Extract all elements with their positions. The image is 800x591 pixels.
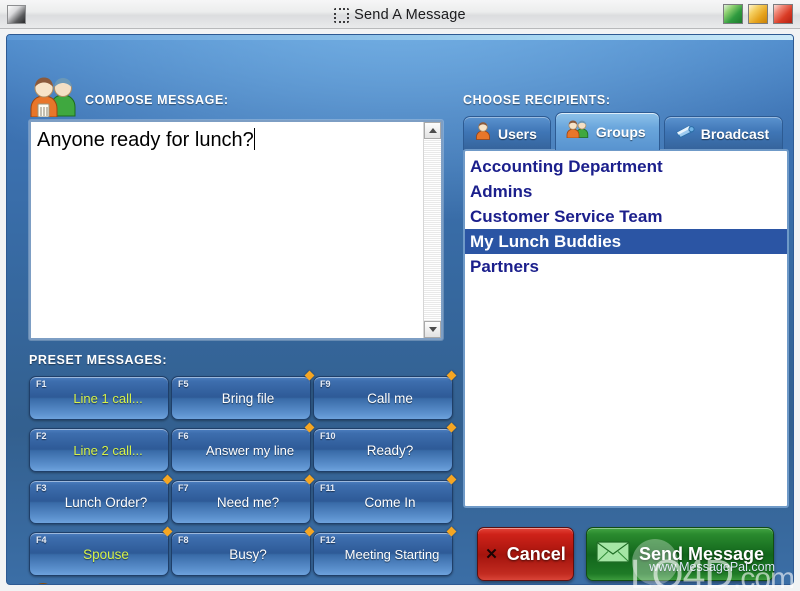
preset-marker-icon [446, 370, 457, 381]
minimize-button[interactable] [723, 4, 743, 24]
arrow-up-icon [428, 128, 437, 133]
preset-button-f3[interactable]: F3 Lunch Order? [29, 474, 173, 524]
preset-fkey-label: F10 [320, 431, 336, 441]
title-bar: Send A Message [0, 0, 800, 29]
arrow-down-icon [428, 327, 437, 332]
tab-broadcast-label: Broadcast [700, 125, 770, 142]
single-user-icon [474, 122, 492, 145]
envelope-icon [596, 540, 630, 569]
window-controls [723, 4, 793, 24]
preset-fkey-label: F2 [36, 431, 47, 441]
preset-marker-icon [446, 526, 457, 537]
preset-button-label: Meeting Starting [344, 546, 440, 562]
compose-message-box[interactable]: Anyone ready for lunch? [29, 120, 443, 340]
main-panel: COMPOSE MESSAGE: Anyone ready for lunch?… [6, 34, 794, 585]
compose-message-input[interactable]: Anyone ready for lunch? [31, 122, 423, 338]
title-bar-center: Send A Message [0, 0, 800, 29]
list-item[interactable]: Customer Service Team [465, 204, 787, 229]
maximize-button[interactable] [748, 4, 768, 24]
panel-top-accent [7, 35, 793, 40]
compose-message-text: Anyone ready for lunch? [37, 129, 254, 151]
tab-groups[interactable]: Groups [554, 112, 660, 150]
text-caret [253, 128, 255, 150]
preset-messages-heading: PRESET MESSAGES: [29, 353, 168, 367]
preset-button-label: Line 2 call... [73, 442, 143, 458]
megaphone-icon [675, 123, 695, 144]
close-button[interactable] [773, 4, 793, 24]
preset-fkey-label: F1 [36, 379, 47, 389]
preset-marker-icon [446, 474, 457, 485]
cancel-button-label: Cancel [506, 543, 566, 564]
list-item[interactable]: My Lunch Buddies [465, 229, 787, 254]
preset-button-f7[interactable]: F7 Need me? [171, 474, 315, 524]
recipients-tabs: Users Groups Broadcast [463, 112, 784, 150]
preset-button-f2[interactable]: F2 Line 2 call... [29, 428, 169, 472]
preset-fkey-label: F5 [178, 379, 189, 389]
preset-fkey-label: F12 [320, 535, 336, 545]
application-window: Send A Message COMPOSE MESSAGE: Anyone r… [0, 0, 800, 591]
preset-fkey-label: F3 [36, 483, 47, 493]
preset-button-label: Need me? [216, 494, 280, 510]
preset-button-label: Lunch Order? [64, 494, 148, 510]
tab-broadcast[interactable]: Broadcast [663, 116, 784, 150]
preset-fkey-label: F9 [320, 379, 331, 389]
preset-button-f10[interactable]: F10 Ready? [313, 422, 457, 472]
group-users-icon [566, 120, 590, 143]
compose-people-icon [23, 77, 85, 118]
preset-button-label: Spouse [83, 546, 129, 562]
preset-button-f5[interactable]: F5 Bring file [171, 370, 315, 420]
preset-button-f4[interactable]: F4 Spouse [29, 526, 173, 576]
preset-button-label: Call me [367, 390, 413, 406]
preset-button-f1[interactable]: F1 Line 1 call... [29, 376, 169, 420]
preset-button-label: Line 1 call... [73, 390, 143, 406]
gear-icon [31, 583, 55, 584]
preset-fkey-label: F6 [178, 431, 189, 441]
send-message-icon [334, 8, 350, 23]
footer-url: www.MessagePal.com [649, 560, 775, 574]
preset-button-label: Answer my line [205, 442, 295, 458]
preset-fkey-label: F4 [36, 535, 47, 545]
preset-button-f6[interactable]: F6 Answer my line [171, 422, 315, 472]
window-body: COMPOSE MESSAGE: Anyone ready for lunch?… [0, 29, 800, 591]
preset-button-f8[interactable]: F8 Busy? [171, 526, 315, 576]
preset-button-label: Come In [364, 494, 416, 510]
cancel-button[interactable]: ✕ Cancel [477, 527, 574, 581]
tab-users-label: Users [498, 125, 537, 142]
preset-button-f11[interactable]: F11 Come In [313, 474, 457, 524]
scroll-down-button[interactable] [424, 321, 441, 338]
preset-button-f12[interactable]: F12 Meeting Starting [313, 526, 457, 576]
tab-users[interactable]: Users [463, 116, 551, 150]
compose-message-heading: COMPOSE MESSAGE: [85, 93, 229, 107]
recipients-list[interactable]: Accounting Department Admins Customer Serv… [463, 149, 789, 508]
choose-recipients-heading: CHOOSE RECIPIENTS: [463, 93, 611, 107]
preset-button-label: Busy? [229, 546, 267, 562]
preset-marker-icon [446, 422, 457, 433]
window-title: Send A Message [354, 6, 466, 23]
preset-fkey-label: F8 [178, 535, 189, 545]
x-icon: ✕ [485, 546, 498, 563]
preset-button-label: Ready? [366, 442, 414, 458]
scroll-up-button[interactable] [424, 122, 441, 139]
preset-button-label: Bring file [221, 390, 275, 406]
list-item[interactable]: Accounting Department [465, 154, 787, 179]
list-item[interactable]: Partners [465, 254, 787, 279]
compose-scrollbar[interactable] [423, 122, 441, 338]
preset-messages-grid: F1 Line 1 call... F5 Bring file F9 Call me F2 L… [29, 370, 457, 580]
preset-button-f9[interactable]: F9 Call me [313, 370, 457, 420]
preset-fkey-label: F7 [178, 483, 189, 493]
setup-button[interactable]: Setup [31, 583, 103, 584]
tab-groups-label: Groups [595, 123, 646, 140]
window-icon[interactable] [7, 4, 26, 24]
list-item[interactable]: Admins [465, 179, 787, 204]
preset-fkey-label: F11 [320, 483, 336, 493]
